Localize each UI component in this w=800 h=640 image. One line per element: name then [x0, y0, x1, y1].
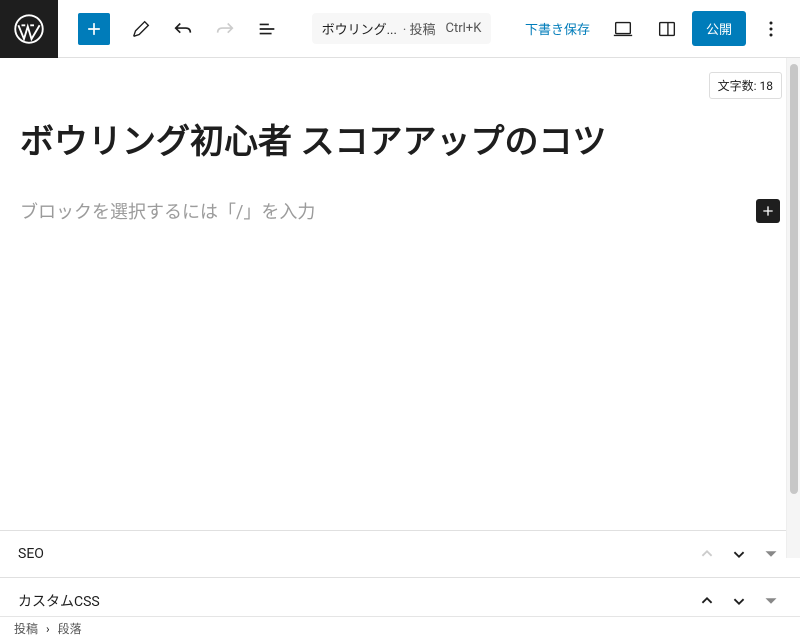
breadcrumb-current[interactable]: 段落 [58, 620, 82, 637]
device-icon [612, 18, 634, 40]
undo-icon [172, 18, 194, 40]
panel-title: SEO [18, 546, 44, 562]
panel-controls [696, 590, 782, 612]
pencil-icon [130, 18, 152, 40]
custom-css-panel[interactable]: カスタムCSS [0, 577, 800, 616]
paragraph-block[interactable]: ブロックを選択するには「/」を入力 [20, 198, 780, 224]
redo-icon [214, 18, 236, 40]
panel-title: カスタムCSS [18, 591, 100, 611]
doc-title: ボウリング... [322, 19, 397, 38]
breadcrumb-root[interactable]: 投稿 [14, 620, 38, 637]
redo-button[interactable] [206, 10, 244, 48]
plus-icon [760, 203, 776, 219]
vertical-scrollbar[interactable] [786, 58, 800, 558]
wordpress-icon [14, 14, 44, 44]
sidebar-toggle-button[interactable] [648, 10, 686, 48]
breadcrumb-separator: › [46, 622, 50, 636]
toolbar-right: 下書き保存 公開 [517, 10, 800, 48]
preview-button[interactable] [604, 10, 642, 48]
block-placeholder: ブロックを選択するには「/」を入力 [20, 198, 756, 224]
document-overview-button[interactable] [248, 10, 286, 48]
editor-content: ボウリング初心者 スコアアップのコツ ブロックを選択するには「/」を入力 [0, 58, 800, 244]
toolbar-center: ボウリング... · 投稿 Ctrl+K [286, 13, 517, 44]
panel-controls [696, 543, 782, 565]
chevron-down-icon[interactable] [728, 590, 750, 612]
plus-icon [84, 19, 104, 39]
more-options-button[interactable] [752, 10, 790, 48]
caret-down-icon[interactable] [760, 543, 782, 565]
document-summary[interactable]: ボウリング... · 投稿 Ctrl+K [312, 13, 492, 44]
chevron-up-icon[interactable] [696, 590, 718, 612]
toolbar-left [58, 10, 286, 48]
post-title[interactable]: ボウリング初心者 スコアアップのコツ [20, 120, 780, 164]
top-toolbar: ボウリング... · 投稿 Ctrl+K 下書き保存 公開 [0, 0, 800, 58]
more-vertical-icon [759, 17, 783, 41]
list-icon [256, 18, 278, 40]
doc-type: · 投稿 [403, 19, 436, 38]
inline-inserter-button[interactable] [756, 199, 780, 223]
seo-panel[interactable]: SEO [0, 530, 800, 577]
doc-shortcut: Ctrl+K [446, 21, 482, 36]
breadcrumb-bar: 投稿 › 段落 [0, 616, 800, 640]
wordpress-logo[interactable] [0, 0, 58, 58]
save-draft-link[interactable]: 下書き保存 [517, 13, 598, 44]
chevron-down-icon[interactable] [728, 543, 750, 565]
caret-down-icon[interactable] [760, 590, 782, 612]
publish-button[interactable]: 公開 [692, 11, 746, 46]
sidebar-icon [656, 18, 678, 40]
word-count-badge: 文字数: 18 [709, 72, 782, 99]
chevron-up-icon[interactable] [696, 543, 718, 565]
scrollbar-thumb[interactable] [790, 64, 798, 494]
add-block-button[interactable] [78, 13, 110, 45]
editor-area: 文字数: 18 ボウリング初心者 スコアアップのコツ ブロックを選択するには「/… [0, 58, 800, 530]
tools-button[interactable] [122, 10, 160, 48]
undo-button[interactable] [164, 10, 202, 48]
